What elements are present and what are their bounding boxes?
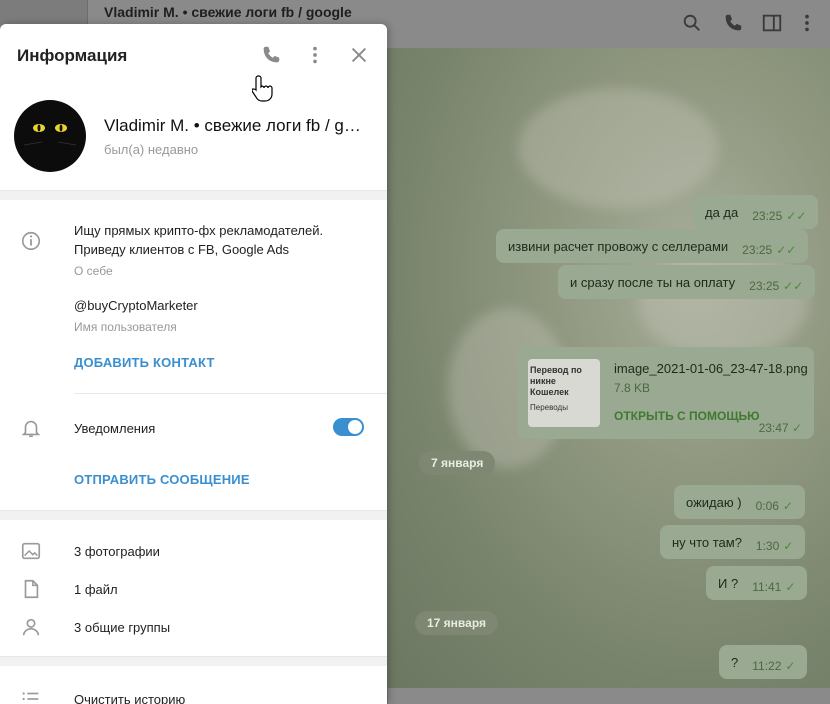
message-bubble[interactable]: извини расчет провожу с селлерами 23:25 … [496, 229, 809, 263]
date-separator: 17 января [415, 611, 498, 635]
file-message[interactable]: Перевод по никне Кошелек Переводы image_… [518, 347, 814, 439]
send-message-button[interactable]: ОТПРАВИТЬ СООБЩЕНИЕ [74, 472, 250, 487]
message-bubble[interactable]: и сразу после ты на оплату 23:25 ✓✓ [558, 265, 816, 299]
sidebar-toggle-icon[interactable] [761, 12, 783, 34]
check-icon: ✓ [785, 580, 796, 594]
check-icon: ✓ [783, 539, 794, 553]
message-time: 23:25 [749, 279, 780, 293]
message-time: 1:30 [755, 539, 780, 553]
profile-section: Vladimir M. • свежие логи fb / google бы… [0, 86, 387, 190]
info-header: Информация [0, 24, 387, 86]
user-icon [22, 618, 40, 636]
about-label: О себе [74, 264, 113, 278]
message-time: 23:25 [742, 243, 773, 257]
file-name: image_2021-01-06_23-47-18.png [614, 361, 808, 376]
common-groups[interactable]: 3 общие группы [74, 620, 170, 635]
check-icon: ✓ [791, 421, 802, 435]
double-check-icon: ✓✓ [776, 243, 797, 257]
info-icon [21, 231, 41, 251]
username-label: Имя пользователя [74, 320, 177, 334]
message-time: 11:41 [752, 580, 782, 594]
add-contact-button[interactable]: ДОБАВИТЬ КОНТАКТ [74, 355, 215, 370]
cat-avatar-icon [23, 124, 77, 146]
check-icon: ✓ [782, 499, 793, 513]
search-icon[interactable] [681, 12, 703, 34]
toggle-knob [348, 420, 362, 434]
thumb-text-1: Перевод по никне [530, 365, 582, 386]
message-text: ожидаю ) [686, 494, 742, 510]
profile-status: был(а) недавно [104, 142, 199, 157]
chat-title[interactable]: Vladimir M. • свежие логи fb / google [104, 4, 352, 20]
list-icon [22, 692, 39, 701]
message-bubble[interactable]: И ? 11:41 ✓ [706, 566, 808, 600]
files-count[interactable]: 1 файл [74, 582, 118, 597]
notifications-toggle[interactable] [333, 418, 364, 436]
message-text: И ? [718, 575, 739, 591]
thumb-text-2: Кошелек [530, 386, 569, 397]
section-divider [0, 190, 387, 200]
file-icon [24, 579, 39, 599]
panel-title: Информация [17, 46, 128, 65]
avatar[interactable] [14, 100, 86, 172]
double-check-icon: ✓✓ [783, 279, 804, 293]
check-icon: ✓ [785, 659, 796, 673]
notifications-label: Уведомления [74, 421, 156, 436]
message-input-bar [388, 688, 830, 704]
double-check-icon: ✓✓ [786, 209, 807, 223]
message-bubble[interactable]: ? 11:22 ✓ [719, 645, 808, 679]
bell-icon [21, 420, 41, 438]
more-icon[interactable] [304, 44, 326, 66]
hand-cursor-icon [252, 75, 273, 102]
open-with-link[interactable]: ОТКРЫТЬ С ПОМОЩЬЮ [614, 409, 760, 423]
profile-name: Vladimir M. • свежие логи fb / google [104, 116, 369, 135]
photos-count[interactable]: 3 фотографии [74, 544, 160, 559]
phone-icon[interactable] [260, 44, 282, 66]
message-time: 0:06 [755, 499, 779, 513]
photo-icon [21, 542, 41, 560]
message-text: извини расчет провожу с селлерами [508, 238, 729, 254]
about-text-line2: Приведу клиентов с FB, Google Ads [74, 242, 290, 257]
message-time: 11:22 [752, 659, 782, 673]
date-separator: 7 января [419, 451, 496, 475]
divider [74, 393, 387, 394]
message-bubble[interactable]: ожидаю ) 0:06 ✓ [674, 485, 805, 519]
about-text-line1: Ищу прямых крипто-фх рекламодателей. [74, 223, 324, 238]
info-panel: Информация Vladimir M. • свежие логи fb … [0, 24, 387, 704]
message-text: и сразу после ты на оплату [570, 274, 736, 290]
file-thumbnail[interactable]: Перевод по никне Кошелек Переводы [528, 359, 600, 427]
message-text: ну что там? [672, 534, 742, 550]
message-bubble[interactable]: ну что там? 1:30 ✓ [660, 525, 806, 559]
message-time: 23:25 [752, 209, 783, 223]
clear-history-button[interactable]: Очистить историю [74, 692, 185, 704]
username-value[interactable]: @buyCryptoMarketer [74, 298, 198, 313]
file-size: 7.8 KB [614, 381, 651, 395]
section-divider [0, 656, 387, 666]
phone-icon[interactable] [722, 12, 744, 34]
thumb-text-3: Переводы [530, 403, 568, 413]
message-time: 23:47 ✓ [758, 421, 802, 435]
close-icon[interactable] [348, 44, 370, 66]
message-text: да да [705, 204, 739, 220]
message-text: ? [731, 654, 739, 670]
message-bubble[interactable]: да да 23:25 ✓✓ [693, 195, 819, 229]
more-icon[interactable] [796, 12, 818, 34]
section-divider [0, 510, 387, 520]
